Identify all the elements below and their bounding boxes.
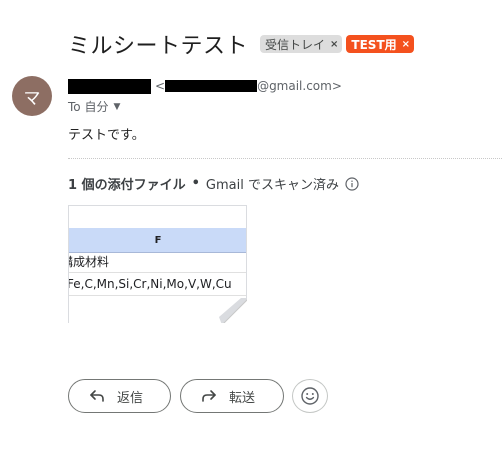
label-chip-test[interactable]: TEST用 × bbox=[346, 35, 415, 53]
sender-row: < @gmail.com> bbox=[68, 78, 342, 94]
sheet-cell: 構成材料 bbox=[69, 252, 247, 273]
sheet-empty-row bbox=[69, 206, 247, 229]
reply-icon bbox=[90, 390, 104, 402]
forward-icon bbox=[202, 390, 216, 402]
sender-email-open: < bbox=[155, 79, 166, 93]
chevron-down-icon: ▼ bbox=[113, 101, 121, 112]
label-chip-inbox[interactable]: 受信トレイ × bbox=[260, 35, 343, 53]
message-body: テストです。 bbox=[68, 128, 145, 143]
sender-avatar[interactable]: マ bbox=[12, 76, 52, 116]
sender-email-domain: @gmail.com> bbox=[257, 79, 342, 93]
remove-label-test-button[interactable]: × bbox=[402, 39, 410, 50]
forward-button[interactable]: 転送 bbox=[180, 379, 284, 413]
sheet-edge bbox=[246, 206, 247, 304]
scan-status: Gmail でスキャン済み bbox=[205, 178, 339, 193]
info-icon[interactable] bbox=[345, 176, 359, 191]
attachment-divider bbox=[68, 158, 502, 159]
sender-email-redacted bbox=[165, 80, 258, 92]
subject-row: ミルシートテスト 受信トレイ × TEST用 × bbox=[68, 28, 415, 60]
reply-button-label: 返信 bbox=[117, 390, 144, 406]
page-fold-icon bbox=[219, 298, 247, 323]
remove-label-inbox-button[interactable]: × bbox=[330, 39, 338, 50]
label-chip-test-text: TEST用 bbox=[351, 37, 397, 52]
emoji-icon bbox=[301, 387, 319, 405]
attachment-preview-card[interactable]: F 構成材料 Fe,C,Mn,Si,Cr,Ni,Mo,V,W,Cu bbox=[68, 205, 247, 323]
label-chip-inbox-text: 受信トレイ bbox=[265, 37, 326, 52]
attachments-header: 1 個の添付ファイル • Gmail でスキャン済み bbox=[68, 174, 359, 193]
recipient-label: To 自分 bbox=[68, 100, 109, 114]
attachment-separator: • bbox=[191, 176, 200, 191]
recipient-details-toggle[interactable]: To 自分 ▼ bbox=[68, 98, 120, 115]
add-reaction-button[interactable] bbox=[292, 379, 328, 413]
email-subject: ミルシートテスト bbox=[68, 34, 249, 59]
reply-button[interactable]: 返信 bbox=[68, 379, 171, 413]
sheet-column-header: F bbox=[69, 228, 247, 253]
attachment-count: 1 個の添付ファイル bbox=[68, 178, 186, 193]
forward-button-label: 転送 bbox=[229, 390, 256, 406]
sheet-cell: Fe,C,Mn,Si,Cr,Ni,Mo,V,W,Cu bbox=[69, 273, 247, 296]
sender-name-redacted bbox=[68, 78, 151, 94]
